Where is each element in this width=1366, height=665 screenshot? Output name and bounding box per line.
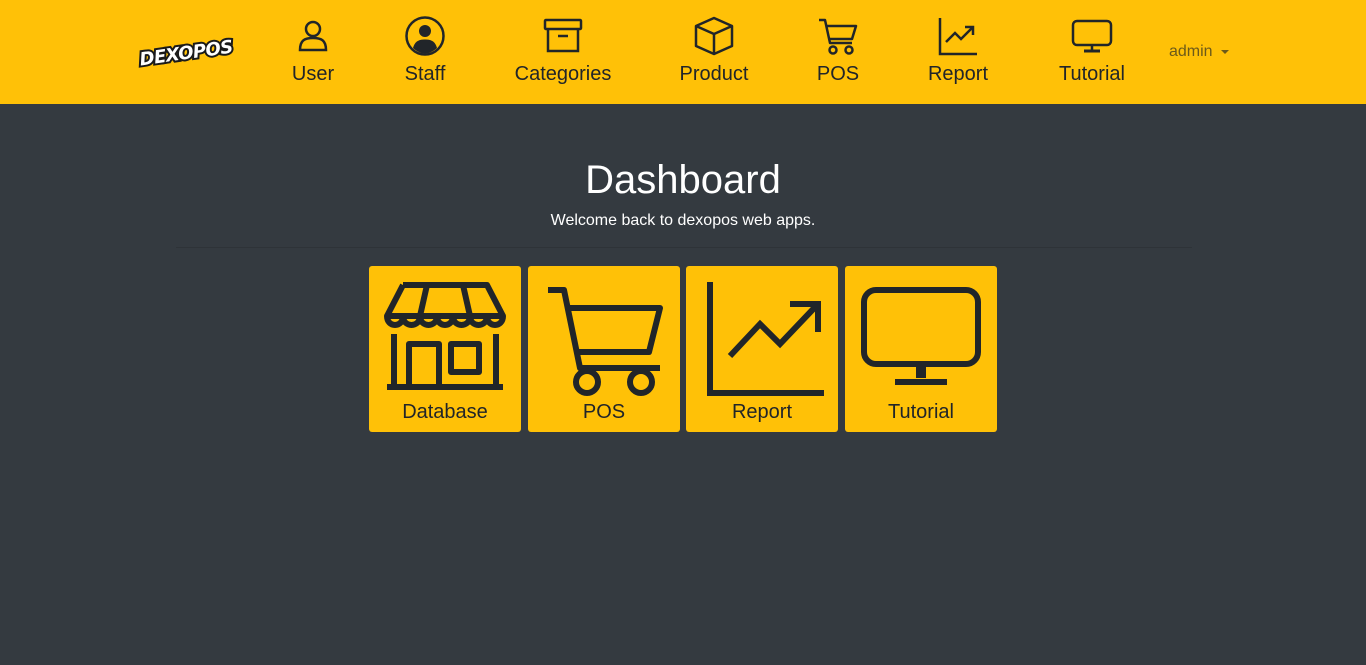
tile-database[interactable]: Database — [369, 266, 521, 432]
tile-tutorial[interactable]: Tutorial — [845, 266, 997, 432]
nav-user[interactable]: User — [289, 14, 337, 90]
user-icon — [291, 14, 335, 58]
nav-categories[interactable]: Categories — [513, 14, 613, 90]
store-icon — [369, 274, 521, 404]
nav-product[interactable]: Product — [677, 14, 751, 90]
box-cube-icon — [692, 14, 736, 58]
caret-down-icon — [1220, 50, 1229, 54]
tile-report[interactable]: Report — [686, 266, 838, 432]
tile-pos-label: POS — [582, 401, 626, 423]
nav-report-label: Report — [927, 63, 989, 85]
user-menu-label: admin — [1169, 43, 1213, 60]
nav-pos[interactable]: POS — [815, 14, 861, 90]
divider — [176, 247, 1192, 248]
nav-tutorial-label: Tutorial — [1059, 63, 1125, 85]
nav-product-label: Product — [679, 63, 749, 85]
tile-report-label: Report — [731, 401, 793, 423]
tile-pos[interactable]: POS — [528, 266, 680, 432]
nav-user-label: User — [291, 63, 335, 85]
chart-trend-icon — [686, 274, 838, 404]
nav-tutorial[interactable]: Tutorial — [1057, 14, 1127, 90]
nav-report[interactable]: Report — [926, 14, 990, 90]
svg-text:DEXOPOS: DEXOPOS — [138, 37, 234, 71]
dexopos-logo-icon: DEXOPOS — [136, 35, 236, 72]
page-title: Dashboard — [585, 158, 781, 202]
nav-categories-label: Categories — [514, 63, 612, 85]
nav-staff-label: Staff — [404, 63, 446, 85]
tile-database-label: Database — [402, 401, 488, 423]
cart-icon — [528, 274, 680, 404]
chart-trend-icon — [936, 14, 980, 58]
monitor-icon — [1070, 14, 1114, 58]
top-navbar: DEXOPOS User Staff Categories Product PO… — [0, 0, 1366, 104]
nav-pos-label: POS — [816, 63, 860, 85]
page-subtitle: Welcome back to dexopos web apps. — [550, 212, 816, 229]
monitor-icon — [845, 274, 997, 404]
cart-icon — [816, 14, 860, 58]
brand-logo[interactable]: DEXOPOS — [132, 32, 240, 72]
staff-circle-icon — [403, 14, 447, 58]
user-menu-dropdown[interactable]: admin — [1169, 43, 1229, 61]
archive-box-icon — [541, 14, 585, 58]
tile-tutorial-label: Tutorial — [888, 401, 954, 423]
nav-staff[interactable]: Staff — [401, 14, 449, 90]
